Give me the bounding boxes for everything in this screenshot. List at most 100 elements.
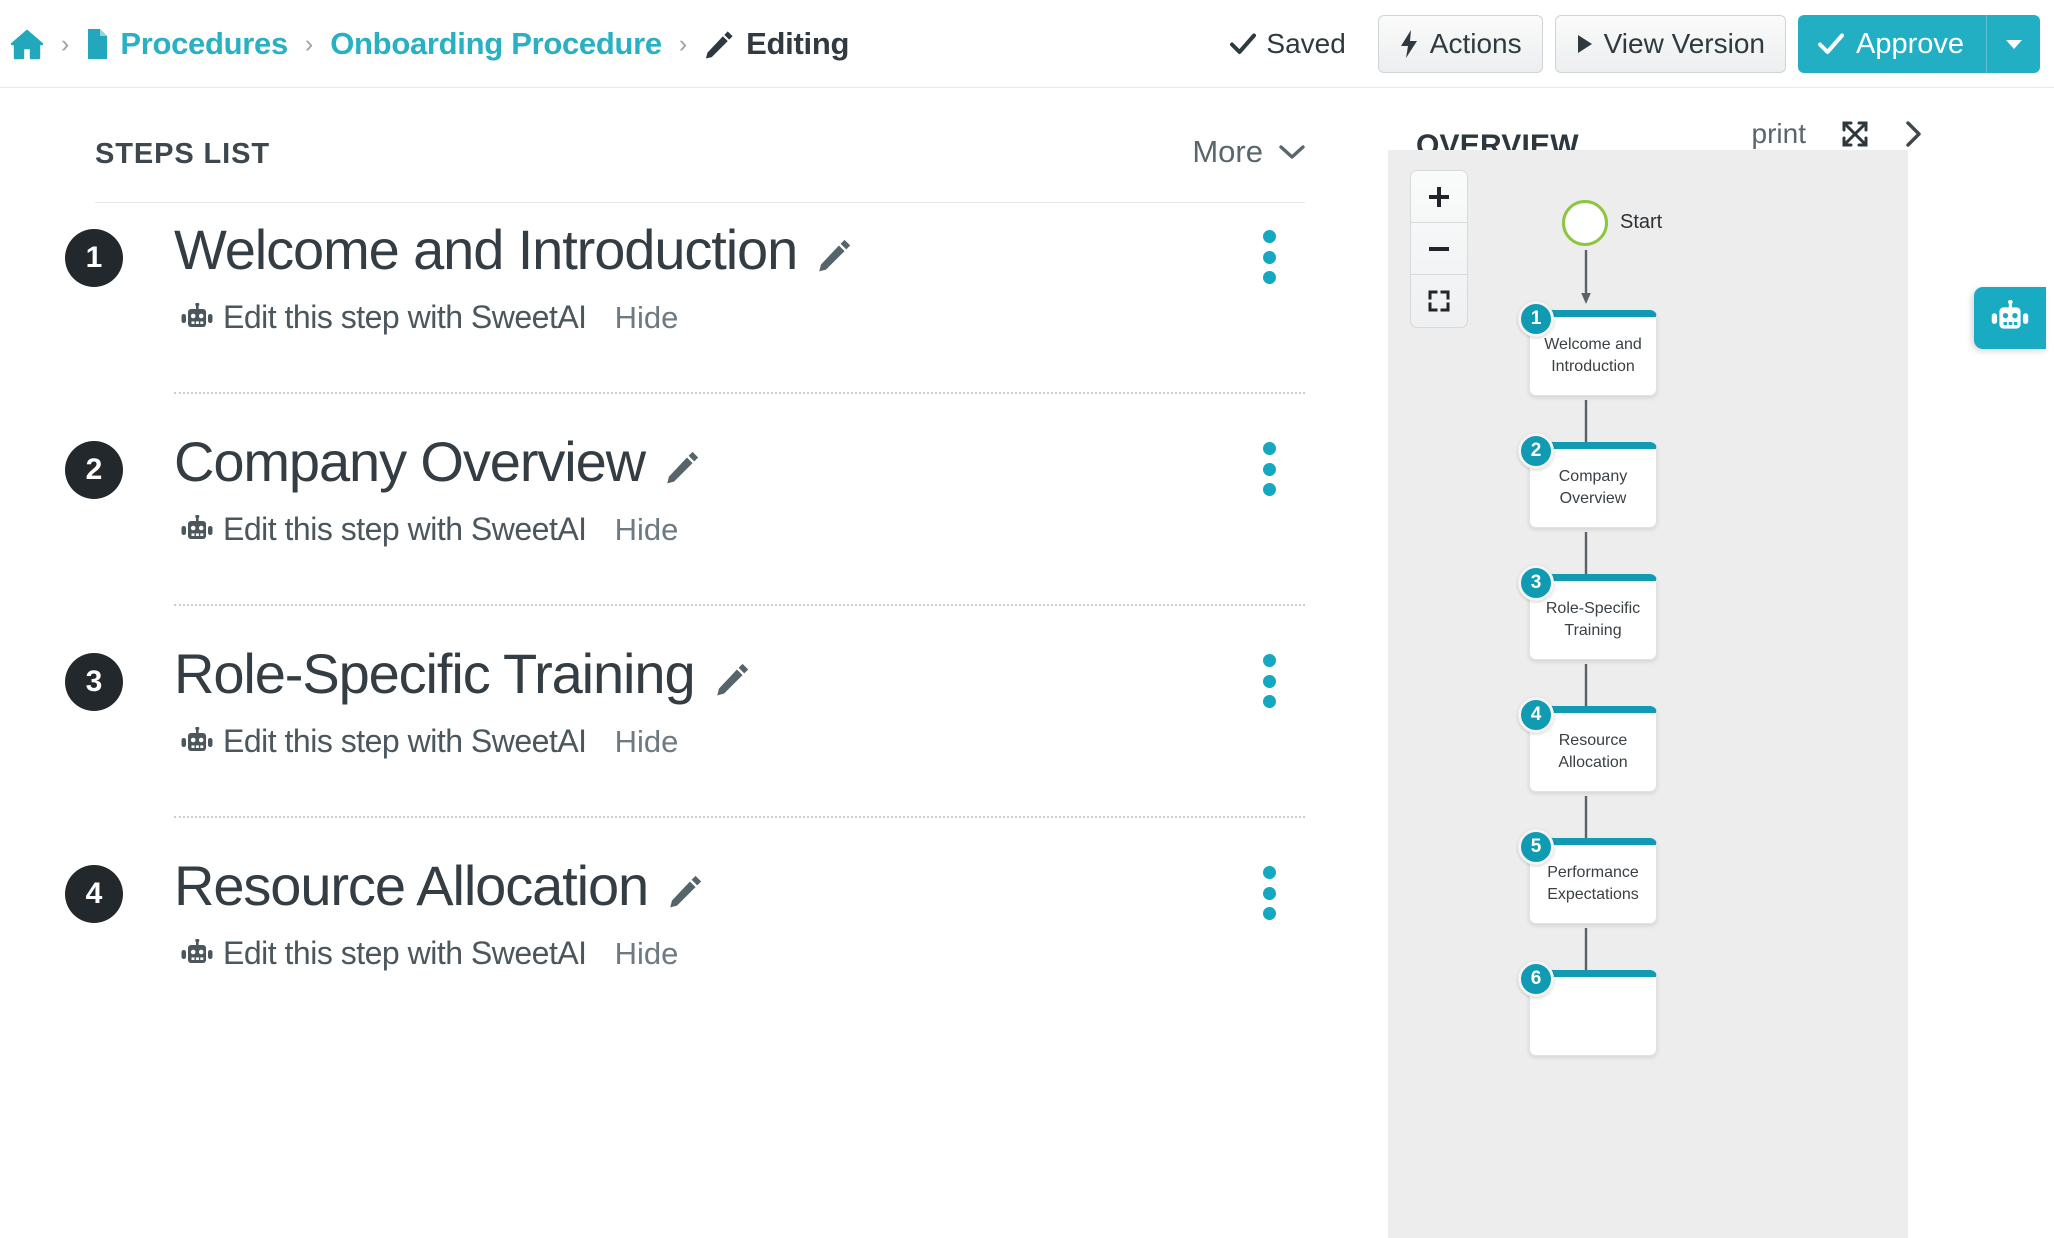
chevron-down-icon xyxy=(1279,144,1305,160)
step-menu-button[interactable] xyxy=(1262,226,1276,288)
steps-list-header: STEPS LIST More xyxy=(95,136,1305,203)
breadcrumb-item-home[interactable] xyxy=(10,29,44,60)
flow-node-number-4: 4 xyxy=(1518,697,1554,733)
breadcrumb-separator: › xyxy=(304,29,314,58)
step-menu-button[interactable] xyxy=(1262,438,1276,500)
pencil-icon xyxy=(704,29,735,60)
step-item-1: 1 Welcome and Introduction Edit this ste… xyxy=(0,214,1388,426)
flow-node-number-2: 2 xyxy=(1518,433,1554,469)
edit-with-sweetai-link[interactable]: Edit this step with SweetAI xyxy=(223,299,587,336)
step-menu-button[interactable] xyxy=(1262,862,1276,924)
sweetai-robot-icon xyxy=(180,514,223,545)
step-title-row: Company Overview xyxy=(174,424,701,500)
breadcrumb-separator: › xyxy=(61,29,70,58)
step-item-3: 3 Role-Specific Training Edit this step … xyxy=(0,638,1388,850)
hide-link[interactable]: Hide xyxy=(615,300,679,336)
breadcrumb: › Procedures › Onboarding Procedure › Ed… xyxy=(10,0,849,88)
flow-start-node[interactable] xyxy=(1562,200,1608,246)
flow-start-label: Start xyxy=(1620,211,1663,233)
step-divider xyxy=(174,816,1305,818)
overview-panel: OVERVIEW print Start Welcome and Introdu… xyxy=(1388,88,2054,1238)
sweetai-robot-icon xyxy=(180,302,223,333)
check-icon xyxy=(1817,31,1844,57)
step-title-row: Role-Specific Training xyxy=(174,636,751,712)
flowchart: Start Welcome and Introduction 1 Company… xyxy=(1388,150,1908,1238)
overview-header-actions: print xyxy=(1752,120,1924,148)
document-icon xyxy=(86,28,109,60)
flow-node-number-1: 1 xyxy=(1518,301,1554,337)
collapse-panel-chevron-right-icon[interactable] xyxy=(1904,120,1924,148)
play-icon xyxy=(1576,34,1593,54)
step-subactions: Edit this step with SweetAI Hide xyxy=(180,723,678,760)
expand-icon[interactable] xyxy=(1842,121,1868,147)
hide-link[interactable]: Hide xyxy=(615,936,679,972)
edit-with-sweetai-link[interactable]: Edit this step with SweetAI xyxy=(223,723,587,760)
step-divider xyxy=(174,604,1305,606)
top-bar: › Procedures › Onboarding Procedure › Ed… xyxy=(0,0,2054,88)
edit-step-pencil-icon[interactable] xyxy=(817,227,853,273)
check-icon xyxy=(1230,31,1257,57)
approve-button-group: Approve xyxy=(1797,15,2040,73)
flow-node-number-5: 5 xyxy=(1518,829,1554,865)
step-divider xyxy=(174,392,1305,394)
flow-node-label: Performance Expectations xyxy=(1547,864,1639,903)
view-version-button-label: View Version xyxy=(1603,28,1765,59)
app-root: › Procedures › Onboarding Procedure › Ed… xyxy=(0,0,2054,1238)
actions-button-label: Actions xyxy=(1429,28,1522,59)
edit-step-pencil-icon[interactable] xyxy=(665,439,701,485)
sweetai-assistant-button[interactable] xyxy=(1974,287,2046,349)
breadcrumb-label-procedures: Procedures xyxy=(120,26,288,61)
breadcrumb-item-editing: Editing xyxy=(704,26,849,62)
approve-button[interactable]: Approve xyxy=(1797,15,1986,73)
bolt-icon xyxy=(1399,30,1419,58)
step-subactions: Edit this step with SweetAI Hide xyxy=(180,511,678,548)
breadcrumb-label-editing: Editing xyxy=(746,26,850,61)
step-title: Role-Specific Training xyxy=(174,642,696,705)
step-subactions: Edit this step with SweetAI Hide xyxy=(180,299,678,336)
edit-step-pencil-icon[interactable] xyxy=(715,651,751,697)
edit-step-pencil-icon[interactable] xyxy=(668,863,704,909)
actions-button[interactable]: Actions xyxy=(1377,15,1543,73)
flow-node-label: Company Overview xyxy=(1558,468,1628,507)
steps-list-panel: STEPS LIST More 1 Welcome and Introducti… xyxy=(0,88,1388,1238)
more-dropdown[interactable]: More xyxy=(1192,136,1305,167)
overview-canvas[interactable]: Start Welcome and Introduction 1 Company… xyxy=(1388,150,1908,1238)
step-number-badge: 4 xyxy=(65,865,123,923)
saved-label: Saved xyxy=(1266,28,1346,59)
flow-arrow xyxy=(1579,250,1593,306)
saved-status: Saved xyxy=(1230,28,1346,60)
approve-dropdown-toggle[interactable] xyxy=(1986,15,2040,73)
step-title: Welcome and Introduction xyxy=(174,218,798,281)
breadcrumb-item-onboarding-procedure[interactable]: Onboarding Procedure xyxy=(330,26,662,62)
topbar-actions: Saved Actions View Version Approve xyxy=(1230,0,2040,88)
breadcrumb-item-procedures[interactable]: Procedures xyxy=(86,26,288,62)
breadcrumb-separator: › xyxy=(678,29,688,58)
step-title-row: Resource Allocation xyxy=(174,848,704,924)
step-title: Resource Allocation xyxy=(174,854,649,917)
flow-node-label: Resource Allocation xyxy=(1558,732,1628,771)
step-item-4: 4 Resource Allocation Edit this step wit… xyxy=(0,850,1388,1062)
flow-node-label: Welcome and Introduction xyxy=(1544,336,1642,375)
flow-node-label: Role-Specific Training xyxy=(1545,600,1641,639)
edit-with-sweetai-link[interactable]: Edit this step with SweetAI xyxy=(223,511,587,548)
flow-node-number-3: 3 xyxy=(1518,565,1554,601)
breadcrumb-label-onboarding-procedure: Onboarding Procedure xyxy=(330,26,662,61)
print-link[interactable]: print xyxy=(1752,120,1806,148)
step-subactions: Edit this step with SweetAI Hide xyxy=(180,935,678,972)
steps-list-title: STEPS LIST xyxy=(95,138,270,170)
flow-node-number-6: 6 xyxy=(1518,961,1554,997)
sweetai-robot-icon xyxy=(180,726,223,757)
robot-icon xyxy=(1991,300,2029,329)
hide-link[interactable]: Hide xyxy=(615,724,679,760)
step-title: Company Overview xyxy=(174,430,646,493)
more-dropdown-label: More xyxy=(1192,134,1263,169)
view-version-button[interactable]: View Version xyxy=(1554,15,1786,73)
hide-link[interactable]: Hide xyxy=(615,512,679,548)
sweetai-robot-icon xyxy=(180,938,223,969)
approve-button-label: Approve xyxy=(1855,27,1964,60)
step-menu-button[interactable] xyxy=(1262,650,1276,712)
edit-with-sweetai-link[interactable]: Edit this step with SweetAI xyxy=(223,935,587,972)
chevron-down-icon xyxy=(2005,38,2023,50)
step-number-badge: 1 xyxy=(65,229,123,287)
steps-list: 1 Welcome and Introduction Edit this ste… xyxy=(0,214,1388,1062)
